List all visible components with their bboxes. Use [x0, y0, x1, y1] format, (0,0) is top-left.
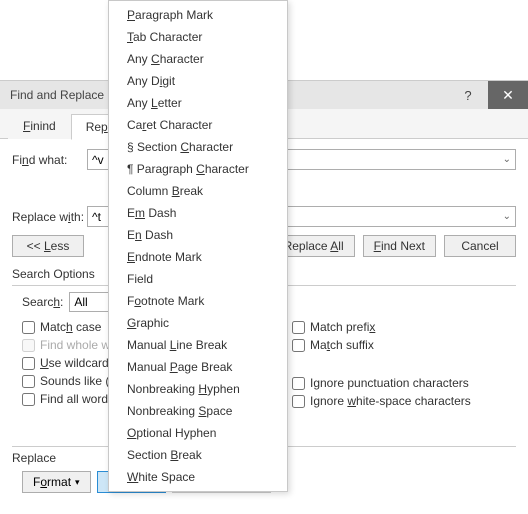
less-button[interactable]: << Less<< Less [12, 235, 84, 257]
help-button[interactable]: ? [448, 81, 488, 109]
special-menu-item[interactable]: Caret Character [109, 114, 287, 136]
match-prefix-checkbox[interactable]: Match prefixMatch prefix [292, 320, 516, 334]
special-menu-item[interactable]: Any Character [109, 48, 287, 70]
special-menu-item[interactable]: Nonbreaking Space [109, 400, 287, 422]
special-menu-item[interactable]: Field [109, 268, 287, 290]
special-menu-item[interactable]: Any Digit [109, 70, 287, 92]
special-menu-item[interactable]: § Section Character [109, 136, 287, 158]
special-menu-item[interactable]: Tab Character [109, 26, 287, 48]
special-menu-item[interactable]: En Dash [109, 224, 287, 246]
chevron-down-icon: ▾ [75, 477, 80, 488]
dropdown-icon[interactable]: ⌄ [503, 211, 511, 222]
special-menu-item[interactable]: Section Break [109, 444, 287, 466]
special-menu-item[interactable]: Column Break [109, 180, 287, 202]
special-menu-item[interactable]: Manual Page Break [109, 356, 287, 378]
special-menu-item[interactable]: Em Dash [109, 202, 287, 224]
search-direction-label: Search:Search: [22, 295, 63, 309]
special-menu-item[interactable]: White Space [109, 466, 287, 488]
format-button[interactable]: Format▾Format [22, 471, 91, 493]
special-menu-item[interactable]: Manual Line Break [109, 334, 287, 356]
ignore-whitespace-checkbox[interactable]: Ignore white-space charactersIgnore whit… [292, 394, 516, 408]
cancel-button[interactable]: Cancel [444, 235, 516, 257]
special-menu: Paragraph MarkTab CharacterAny Character… [108, 0, 288, 492]
special-menu-item[interactable]: Optional Hyphen [109, 422, 287, 444]
special-menu-item[interactable]: Endnote Mark [109, 246, 287, 268]
ignore-punctuation-checkbox[interactable]: Ignore punctuation charactersIgnore punc… [292, 376, 516, 390]
special-menu-item[interactable]: Graphic [109, 312, 287, 334]
special-menu-item[interactable]: Paragraph Mark [109, 4, 287, 26]
match-suffix-checkbox[interactable]: Match suffixMatch suffix [292, 338, 516, 352]
tab-find[interactable]: FinFindind [8, 113, 71, 139]
special-menu-item[interactable]: ¶ Paragraph Character [109, 158, 287, 180]
special-menu-item[interactable]: Footnote Mark [109, 290, 287, 312]
special-menu-item[interactable]: Nonbreaking Hyphen [109, 378, 287, 400]
close-button[interactable]: ✕ [488, 81, 528, 109]
replace-with-label: Replace with:Replace with: [12, 210, 87, 224]
special-menu-item[interactable]: Any Letter [109, 92, 287, 114]
find-next-button[interactable]: Find NextFind Next [363, 235, 436, 257]
dropdown-icon[interactable]: ⌄ [503, 154, 511, 165]
find-what-label: Find what:Find what: [12, 153, 87, 167]
